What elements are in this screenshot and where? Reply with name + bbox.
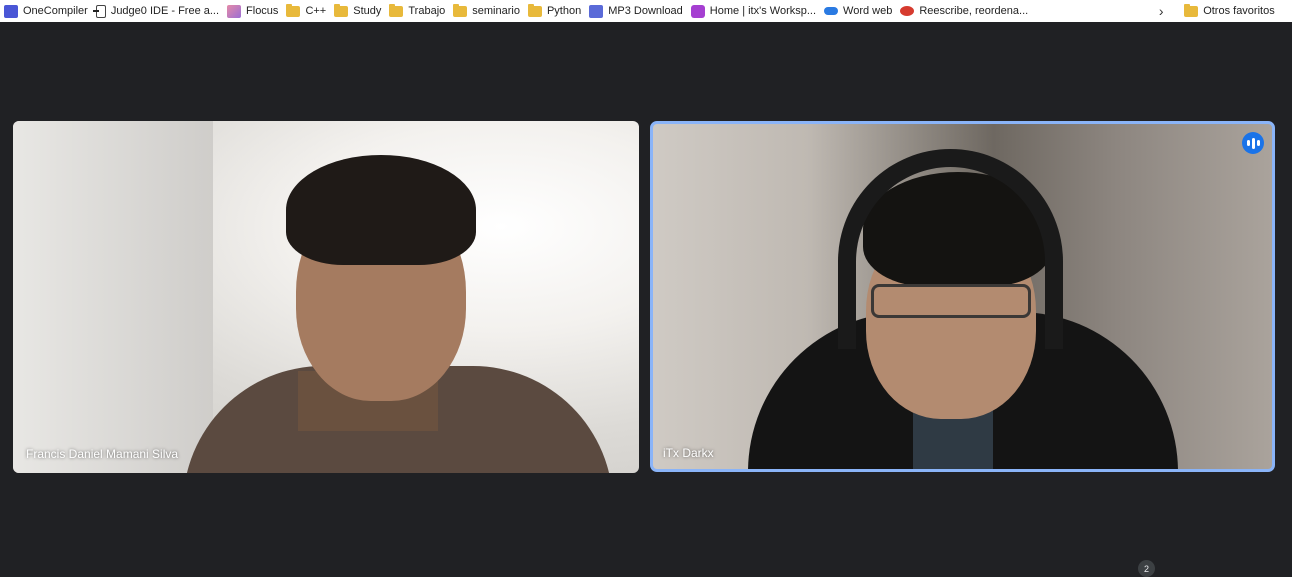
bookmark-label: Otros favoritos [1203, 5, 1275, 17]
mp3-download-icon [589, 4, 604, 18]
folder-icon [389, 3, 404, 17]
onecompiler-icon [4, 4, 18, 18]
folder-icon [1184, 3, 1199, 17]
bookmark-label: Reescribe, reordena... [919, 5, 1029, 17]
bookmark-reescribe[interactable]: Reescribe, reordena... [896, 0, 1032, 22]
reescribe-icon [900, 6, 915, 16]
participant-video-glasses [871, 284, 1031, 318]
participant-name-label: iTx Darkx [663, 446, 714, 460]
bookmark-label: Flocus [246, 5, 279, 17]
video-background [13, 121, 213, 473]
bookmark-label: Python [546, 5, 582, 17]
bookmark-itx-workspace[interactable]: Home | itx's Worksp... [687, 0, 820, 22]
participant-video-hair [286, 155, 476, 265]
bookmarks-bar: OneCompiler Judge0 IDE - Free a... Flocu… [0, 0, 1292, 22]
folder-icon [527, 3, 542, 17]
bookmark-folder-seminario[interactable]: seminario [449, 0, 524, 22]
bookmark-onecompiler[interactable]: OneCompiler [0, 0, 92, 22]
bookmark-mp3-download[interactable]: MP3 Download [585, 0, 687, 22]
judge0-icon [92, 4, 106, 18]
bookmark-folder-study[interactable]: Study [330, 0, 385, 22]
bookmark-label: Trabajo [408, 5, 446, 17]
participant-tile-itx-darkx[interactable]: iTx Darkx [650, 121, 1275, 472]
bookmark-label: MP3 Download [608, 5, 683, 17]
bookmark-judge0[interactable]: Judge0 IDE - Free a... [92, 0, 223, 22]
speaking-indicator-icon [1242, 132, 1264, 154]
bookmark-other-favorites[interactable]: Otros favoritos [1180, 0, 1279, 22]
bookmark-label: seminario [472, 5, 520, 17]
bookmark-label: Study [353, 5, 382, 17]
folder-icon [334, 3, 349, 17]
participant-tile-francis[interactable]: Francis Daniel Mamani Silva [13, 121, 639, 473]
bookmark-word-web[interactable]: Word web [820, 0, 896, 22]
flocus-icon [227, 4, 242, 18]
participant-video-headphones [838, 149, 1063, 349]
bookmark-folder-trabajo[interactable]: Trabajo [385, 0, 449, 22]
participant-count-badge: 2 [1138, 560, 1155, 577]
bookmark-folder-cpp[interactable]: C++ [282, 0, 330, 22]
bookmark-label: C++ [305, 5, 327, 17]
bookmark-label: OneCompiler [23, 5, 88, 17]
more-bookmarks-chevron-icon[interactable]: › [1154, 3, 1168, 19]
bookmark-folder-python[interactable]: Python [524, 0, 585, 22]
bookmark-label: Judge0 IDE - Free a... [110, 5, 220, 17]
onedrive-icon [824, 7, 839, 15]
bookmark-label: Home | itx's Worksp... [709, 5, 817, 17]
meeting-stage: Francis Daniel Mamani Silva iTx Darkx 2 [0, 22, 1292, 577]
bookmark-flocus[interactable]: Flocus [223, 0, 282, 22]
bookmark-label: Word web [843, 5, 893, 17]
participant-name-label: Francis Daniel Mamani Silva [26, 447, 179, 461]
folder-icon [286, 3, 301, 17]
workspace-icon [690, 4, 705, 18]
folder-icon [453, 3, 468, 17]
